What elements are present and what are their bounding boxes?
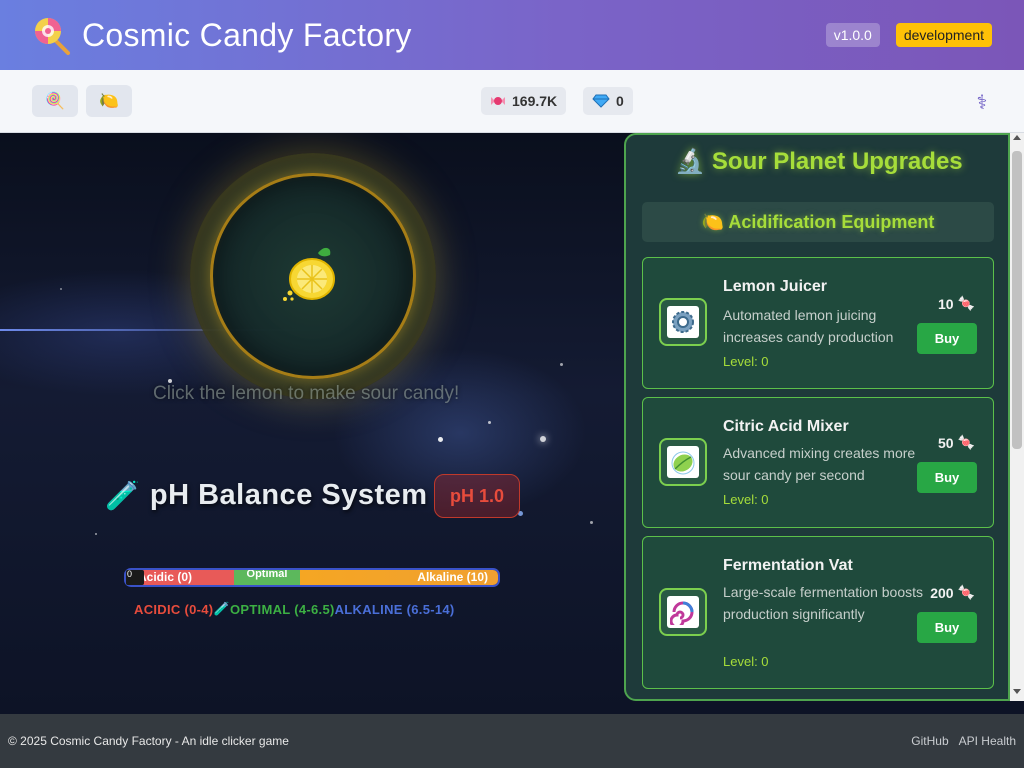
star — [488, 421, 491, 424]
planet-sour-button[interactable]: 🍋 — [86, 85, 132, 117]
candy-icon: 🍬 — [957, 434, 975, 450]
caduceus-icon[interactable]: ⚕ — [972, 90, 992, 114]
legend-alkaline: ALKALINE (6.5-14) — [334, 601, 455, 617]
lemon-icon: 🍋 — [99, 93, 119, 110]
planet-candy-button[interactable]: 🍭 — [32, 85, 78, 117]
candy-icon — [491, 97, 505, 105]
gem-icon — [592, 94, 610, 108]
upgrades-panel: 🔬 Sour Planet Upgrades 🍋 Acidification E… — [624, 133, 1010, 701]
candy-counter: 169.7K — [481, 87, 567, 115]
upgrade-description: Advanced mixing creates more sour candy … — [723, 445, 916, 483]
upgrade-description: Large-scale fermentation boosts producti… — [723, 584, 923, 622]
section-acidification: 🍋 Acidification Equipment — [642, 202, 994, 242]
buy-button[interactable]: Buy — [917, 462, 977, 493]
upgrade-card-lemon-juicer: Lemon Juicer Automated lemon juicing inc… — [642, 257, 994, 389]
candy-icon: 🍬 — [957, 584, 975, 600]
footer-copyright: © 2025 Cosmic Candy Factory - An idle cl… — [8, 734, 289, 748]
ph-value-badge: pH 1.0 — [434, 474, 520, 518]
github-link[interactable]: GitHub — [911, 734, 948, 748]
upgrade-cost: 10 🍬 — [938, 295, 975, 312]
ph-scale-bar: Acidic (0) Optimal Alkaline (10) — [124, 568, 500, 587]
legend-optimal: OPTIMAL (4-6.5) — [229, 601, 335, 617]
upgrade-name: Citric Acid Mixer — [723, 418, 849, 435]
leaf-icon — [659, 438, 707, 486]
app-title: Cosmic Candy Factory — [82, 16, 412, 53]
swirl-icon-image — [667, 596, 699, 628]
game-area: Click the lemon to make sour candy! 🧪 pH… — [0, 133, 1024, 714]
scroll-down-arrow-icon[interactable] — [1013, 689, 1021, 694]
upgrade-description: Automated lemon juicing increases candy … — [723, 307, 894, 345]
swirl-icon-glyph — [670, 601, 694, 625]
buy-button[interactable]: Buy — [917, 323, 977, 354]
version-badge: v1.0.0 — [825, 23, 880, 47]
ph-segment-alkaline: Alkaline (10) — [300, 570, 498, 585]
upgrade-card-fermentation-vat: Fermentation Vat Large-scale fermentatio… — [642, 536, 994, 689]
upgrade-level: Level: 0 — [723, 354, 769, 369]
upgrade-name: Fermentation Vat — [723, 557, 853, 574]
ph-system-label: pH Balance System — [149, 479, 428, 511]
environment-badge: development — [895, 23, 992, 47]
test-tube-icon: 🧪 — [213, 601, 230, 616]
upgrade-cost-value: 200 — [930, 584, 954, 601]
lollipop-icon: 🍭 — [45, 93, 65, 110]
star — [560, 363, 563, 366]
click-hint: Click the lemon to make sour candy! — [153, 383, 460, 404]
scroll-up-arrow-icon[interactable] — [1013, 135, 1021, 140]
api-health-link[interactable]: API Health — [959, 734, 1016, 748]
gear-icon — [659, 298, 707, 346]
gear-icon-image — [667, 306, 699, 338]
upgrade-cost-value: 10 — [937, 295, 954, 312]
ph-legend: ACIDIC (0-4) 🧪 OPTIMAL (4-6.5) ALKALINE … — [134, 601, 455, 617]
gem-count: 0 — [616, 93, 624, 109]
app-header: Cosmic Candy Factory v1.0.0 development — [0, 0, 1024, 70]
leaf-icon-image — [667, 446, 699, 478]
leaf-icon-glyph — [671, 451, 695, 475]
upgrade-cost: 200 🍬 — [930, 584, 975, 601]
star — [95, 533, 97, 535]
scroll-thumb[interactable] — [1012, 151, 1022, 449]
upgrade-level: Level: 0 — [723, 492, 769, 507]
lemon-clicker[interactable] — [280, 241, 340, 307]
star — [438, 437, 443, 442]
upgrade-name: Lemon Juicer — [723, 278, 828, 295]
candy-icon: 🍬 — [957, 295, 975, 311]
star — [540, 436, 546, 442]
ph-segment-optimal: Optimal — [234, 570, 300, 585]
toolbar: 🍭 🍋 169.7K 0 ⚕ — [0, 70, 1024, 133]
gear-icon-glyph — [672, 311, 694, 333]
upgrade-cost: 50 🍬 — [938, 434, 975, 451]
upgrade-level: Level: 0 — [723, 654, 769, 669]
lollipop-logo-icon — [35, 18, 70, 55]
footer: © 2025 Cosmic Candy Factory - An idle cl… — [0, 714, 1024, 768]
panel-scrollbar[interactable] — [1010, 133, 1024, 701]
ph-system-title: 🧪 pH Balance System — [105, 479, 428, 512]
candy-count: 169.7K — [512, 93, 558, 109]
swirl-icon — [659, 588, 707, 636]
star — [590, 521, 593, 524]
upgrade-card-citric-acid-mixer: Citric Acid Mixer Advanced mixing create… — [642, 397, 994, 528]
test-tube-icon: 🧪 — [105, 480, 140, 511]
buy-button[interactable]: Buy — [917, 612, 977, 643]
upgrade-cost-value: 50 — [937, 434, 954, 451]
legend-acidic: ACIDIC (0-4) — [134, 601, 214, 617]
gem-counter: 0 — [583, 87, 633, 115]
upgrades-title: 🔬 Sour Planet Upgrades — [675, 148, 963, 175]
ph-marker: 0 — [126, 570, 144, 585]
star — [60, 288, 62, 290]
